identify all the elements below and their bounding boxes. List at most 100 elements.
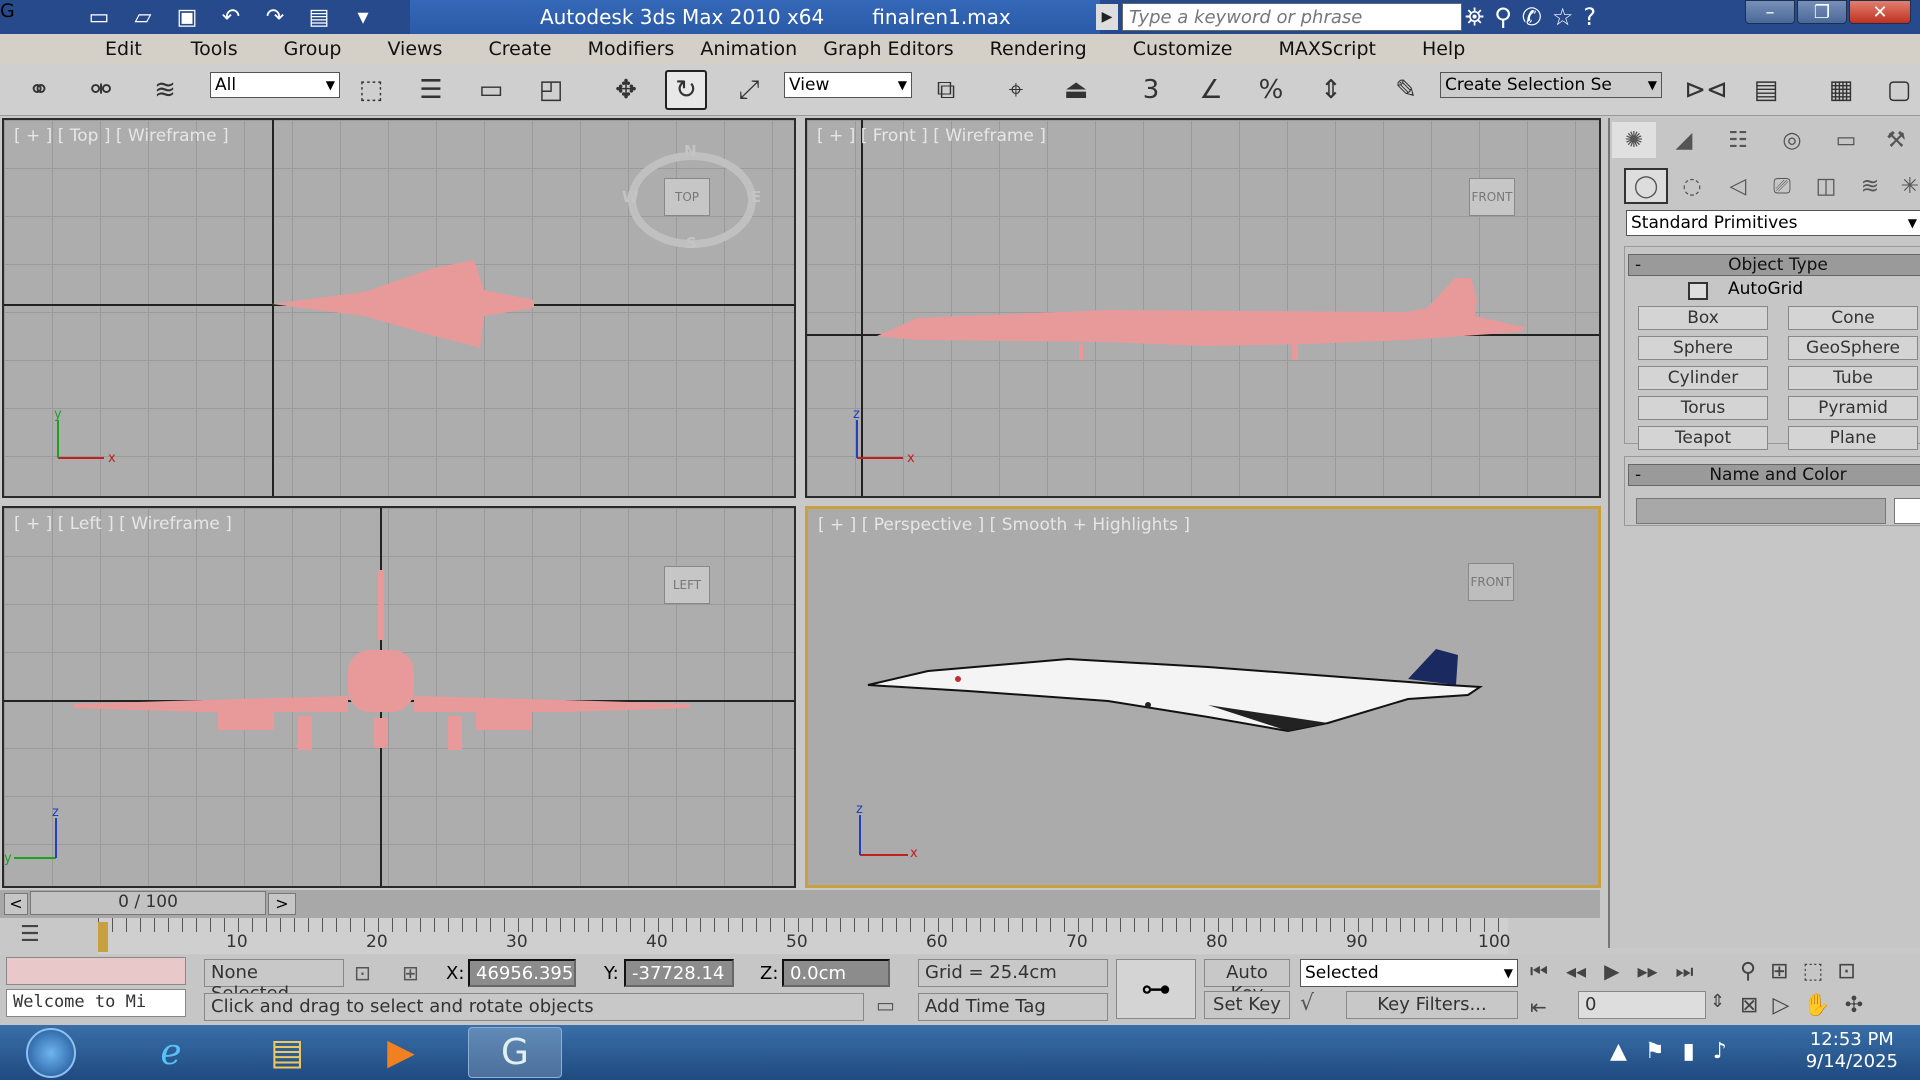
object-color-swatch[interactable] bbox=[1894, 498, 1920, 524]
viewcube-front[interactable]: FRONT bbox=[1469, 178, 1515, 216]
select-and-move-icon[interactable]: ✥ bbox=[605, 70, 647, 110]
viewport-left[interactable]: [ + ] [ Left ] [ Wireframe ] LEFT y z bbox=[2, 506, 796, 888]
viewport-label[interactable]: [ + ] [ Front ] [ Wireframe ] bbox=[817, 126, 1046, 146]
create-tab-icon[interactable]: ✺ bbox=[1612, 122, 1656, 158]
menu-graph-editors[interactable]: Graph Editors bbox=[823, 38, 953, 60]
z-coord-field[interactable]: 0.0cm bbox=[782, 959, 890, 987]
viewcube-left[interactable]: LEFT bbox=[664, 566, 710, 604]
cone-button[interactable]: Cone bbox=[1788, 306, 1918, 330]
next-frame-icon[interactable]: ▸▸ bbox=[1637, 959, 1657, 983]
motion-tab-icon[interactable]: ◎ bbox=[1770, 122, 1814, 158]
maxscript-listener-top[interactable] bbox=[6, 957, 186, 985]
pan-view-icon[interactable]: ✋ bbox=[1803, 993, 1830, 1018]
zoom-icon[interactable]: ⚲ bbox=[1740, 959, 1756, 984]
viewport-top[interactable]: [ + ] [ Top ] [ Wireframe ] TOP N E S W … bbox=[2, 118, 796, 498]
viewport-front[interactable]: [ + ] [ Front ] [ Wireframe ] FRONT x z bbox=[805, 118, 1601, 498]
trackbar-toggle-icon[interactable]: ☰ bbox=[20, 922, 64, 950]
system-clock[interactable]: 12:53 PM 9/14/2025 bbox=[1806, 1029, 1898, 1073]
display-tab-icon[interactable]: ▭ bbox=[1824, 122, 1868, 158]
unlink-icon[interactable]: ⚮ bbox=[80, 70, 122, 110]
helpers-icon[interactable]: ◫ bbox=[1804, 168, 1848, 204]
save-icon[interactable]: ▣ bbox=[172, 4, 202, 30]
tube-button[interactable]: Tube bbox=[1788, 366, 1918, 390]
rectangular-selection-icon[interactable]: ▭ bbox=[470, 70, 512, 110]
graphite-modeling-icon[interactable]: ▢ bbox=[1878, 70, 1920, 110]
track-bar[interactable]: 10 20 30 40 50 60 70 80 90 100 bbox=[98, 918, 1510, 954]
key-mode-dropdown[interactable]: Selected ▼ bbox=[1300, 959, 1518, 987]
close-button[interactable]: ✕ bbox=[1849, 0, 1911, 24]
orbit-icon[interactable]: ✣ bbox=[1845, 993, 1863, 1018]
time-slider-thumb[interactable]: 0 / 100 bbox=[30, 891, 266, 915]
geometry-icon[interactable]: ◯ bbox=[1624, 168, 1668, 204]
keyboard-shortcut-toggle-icon[interactable]: ⏏ bbox=[1055, 70, 1097, 110]
geosphere-button[interactable]: GeoSphere bbox=[1788, 336, 1918, 360]
menu-group[interactable]: Group bbox=[284, 38, 342, 60]
select-and-manipulate-icon[interactable]: ⌖ bbox=[995, 70, 1037, 110]
object-category-dropdown[interactable]: Standard Primitives ▼ bbox=[1626, 210, 1920, 236]
start-button-icon[interactable] bbox=[6, 1027, 96, 1078]
key-mode-toggle-icon[interactable]: ⇤ bbox=[1530, 995, 1547, 1019]
lock-selection-icon[interactable]: ⊡ bbox=[354, 961, 371, 985]
time-slider-next-button[interactable]: > bbox=[268, 893, 296, 915]
layer-manager-icon[interactable]: ▦ bbox=[1820, 70, 1862, 110]
spinner-snap-icon[interactable]: ⇕ bbox=[1310, 70, 1352, 110]
snaps-toggle-icon[interactable]: 3 bbox=[1130, 70, 1172, 110]
autogrid-checkbox[interactable] bbox=[1688, 282, 1708, 300]
menu-animation[interactable]: Animation bbox=[700, 38, 797, 60]
binoculars-icon[interactable]: ⛯ bbox=[1465, 3, 1484, 31]
minimize-button[interactable]: – bbox=[1745, 0, 1795, 24]
x-coord-field[interactable]: 46956.395 bbox=[468, 959, 576, 987]
show-hidden-icons-icon[interactable]: ▲ bbox=[1610, 1039, 1627, 1064]
menu-rendering[interactable]: Rendering bbox=[990, 38, 1087, 60]
menu-tools[interactable]: Tools bbox=[191, 38, 238, 60]
menu-create[interactable]: Create bbox=[488, 38, 551, 60]
reference-coordinate-dropdown[interactable]: View ▼ bbox=[784, 72, 912, 98]
box-button[interactable]: Box bbox=[1638, 306, 1768, 330]
object-type-header[interactable]: - Object Type bbox=[1628, 254, 1920, 276]
edit-named-selection-icon[interactable]: ✎ bbox=[1385, 70, 1427, 110]
open-file-icon[interactable]: ▱ bbox=[128, 4, 158, 30]
time-config-icon[interactable]: ⊠ bbox=[1740, 993, 1758, 1018]
internet-explorer-icon[interactable]: ℯ bbox=[124, 1027, 218, 1078]
media-player-icon[interactable]: ▶ bbox=[354, 1027, 448, 1078]
communication-center-icon[interactable]: ✆ bbox=[1522, 3, 1542, 31]
lights-icon[interactable]: ◁ bbox=[1716, 168, 1760, 204]
viewport-perspective[interactable]: [ + ] [ Perspective ] [ Smooth + Highlig… bbox=[805, 506, 1601, 888]
zoom-extents-icon[interactable]: ⬚ bbox=[1803, 959, 1824, 984]
select-and-rotate-icon[interactable]: ↻ bbox=[665, 70, 707, 110]
cameras-icon[interactable]: ⎚ bbox=[1760, 168, 1804, 204]
viewcube-perspective[interactable]: FRONT bbox=[1468, 563, 1514, 601]
favorites-star-icon[interactable]: ☆ bbox=[1552, 3, 1574, 31]
plane-button[interactable]: Plane bbox=[1788, 426, 1918, 450]
window-crossing-icon[interactable]: ◰ bbox=[530, 70, 572, 110]
menu-modifiers[interactable]: Modifiers bbox=[588, 38, 675, 60]
align-icon[interactable]: ▤ bbox=[1745, 70, 1787, 110]
angle-snap-icon[interactable]: ∠ bbox=[1190, 70, 1232, 110]
quick-access-dropdown-icon[interactable]: ▾ bbox=[348, 4, 378, 30]
set-key-button[interactable]: Set Key bbox=[1204, 991, 1290, 1019]
select-and-link-icon[interactable]: ⚭ bbox=[18, 70, 60, 110]
zoom-extents-all-icon[interactable]: ⊡ bbox=[1837, 959, 1855, 984]
go-to-start-icon[interactable]: ⏮ bbox=[1530, 959, 1548, 983]
3ds-max-taskbar-icon[interactable]: G bbox=[468, 1027, 562, 1078]
field-of-view-icon[interactable]: ▷ bbox=[1772, 993, 1789, 1018]
mirror-icon[interactable]: ⊳⊲ bbox=[1684, 70, 1728, 110]
object-name-field[interactable] bbox=[1636, 498, 1886, 524]
cylinder-button[interactable]: Cylinder bbox=[1638, 366, 1768, 390]
menu-views[interactable]: Views bbox=[387, 38, 442, 60]
redo-icon[interactable]: ↷ bbox=[260, 4, 290, 30]
auto-key-button[interactable]: Auto Key bbox=[1204, 959, 1290, 1004]
select-by-name-icon[interactable]: ☰ bbox=[410, 70, 452, 110]
add-time-tag-button[interactable]: Add Time Tag bbox=[918, 993, 1108, 1021]
default-in-out-tangent-icon[interactable]: √ bbox=[1300, 991, 1314, 1016]
time-tag-icon[interactable]: ▭ bbox=[876, 993, 895, 1017]
modify-tab-icon[interactable]: ◢ bbox=[1662, 122, 1706, 158]
play-icon[interactable]: ▶ bbox=[1604, 959, 1619, 983]
volume-icon[interactable]: ♪ bbox=[1713, 1039, 1727, 1064]
file-explorer-icon[interactable]: ▤ bbox=[240, 1027, 334, 1078]
search-input[interactable]: Type a keyword or phrase bbox=[1122, 3, 1462, 31]
key-filters-button[interactable]: Key Filters... bbox=[1346, 991, 1518, 1019]
viewport-label[interactable]: [ + ] [ Top ] [ Wireframe ] bbox=[14, 126, 229, 146]
utilities-tab-icon[interactable]: ⚒ bbox=[1874, 122, 1918, 158]
shapes-icon[interactable]: ◌ bbox=[1670, 168, 1714, 204]
